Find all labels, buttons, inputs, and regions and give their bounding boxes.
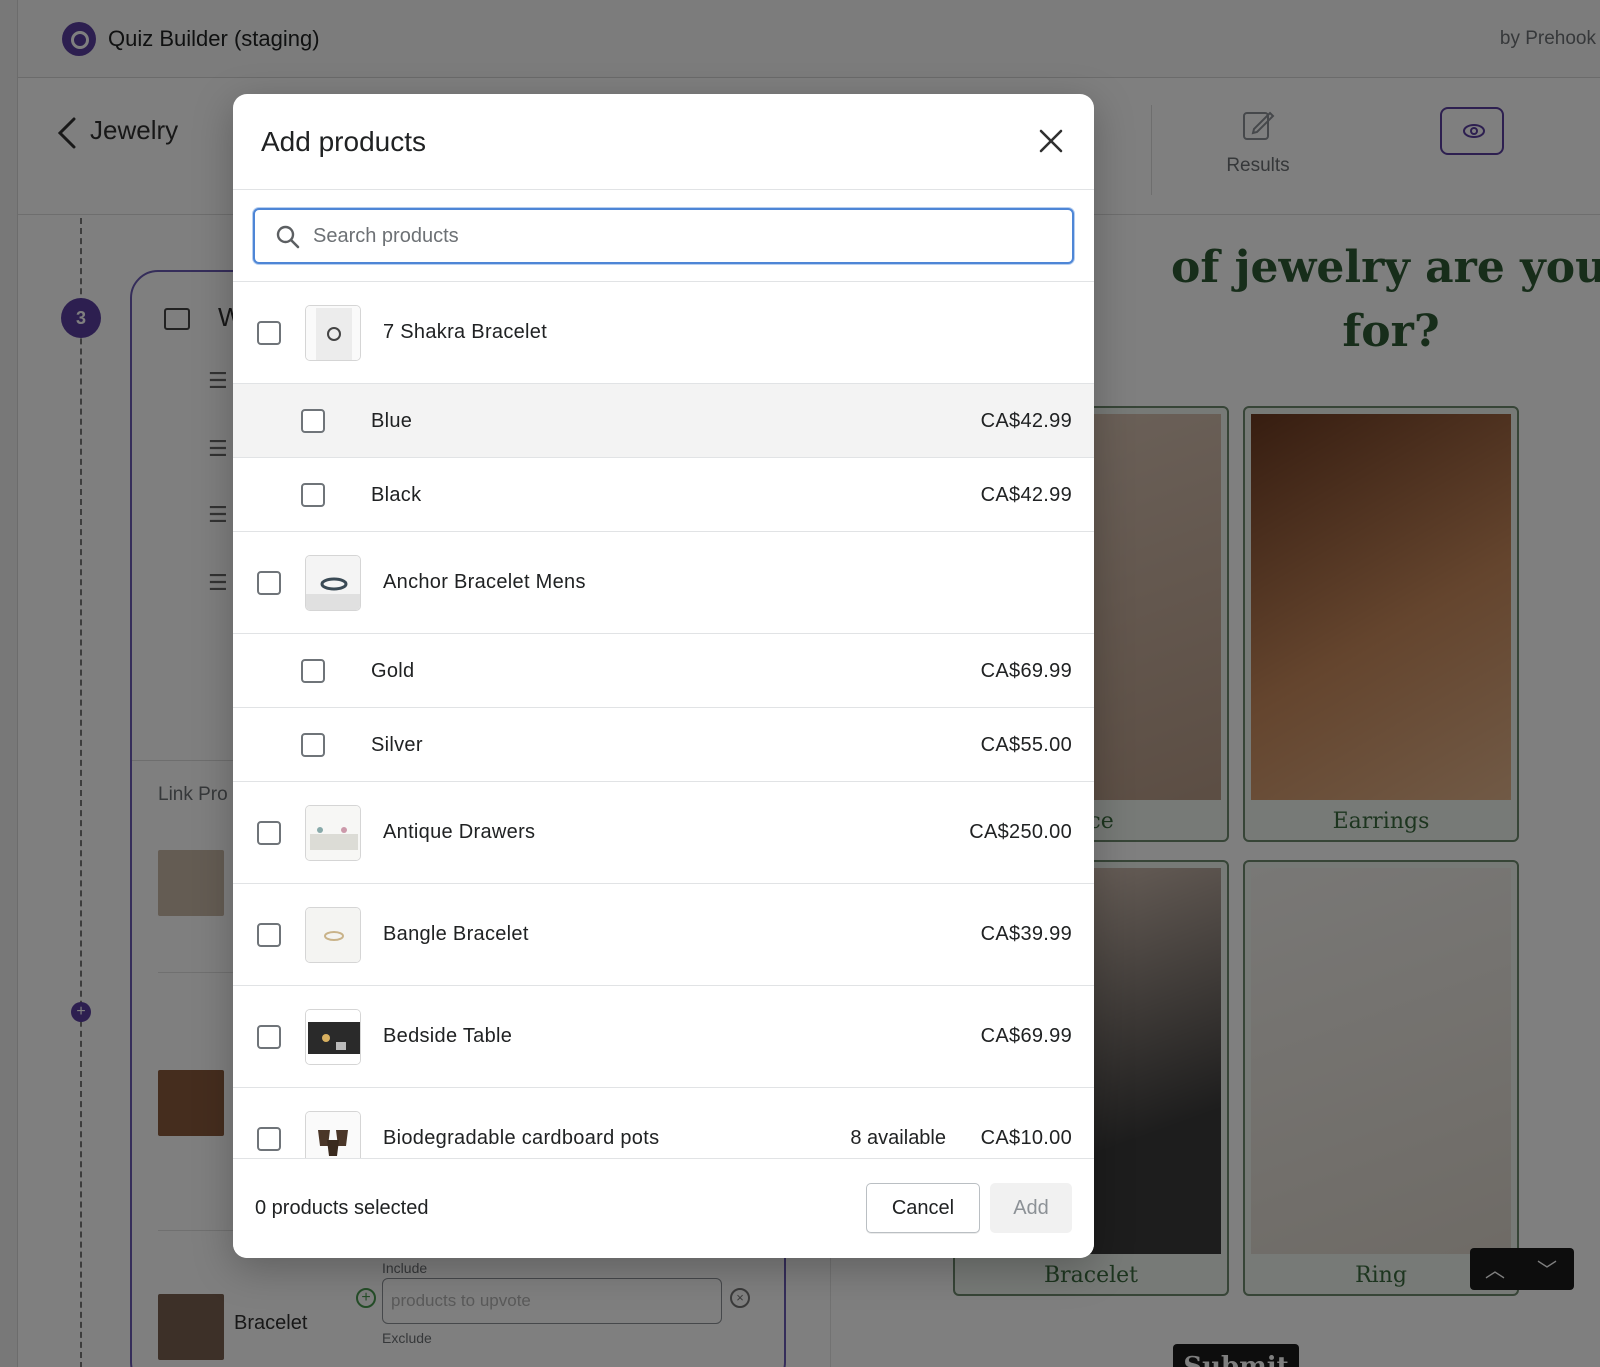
- product-name: 7 Shakra Bracelet: [383, 321, 548, 343]
- modal-footer: 0 products selected Cancel Add: [233, 1158, 1094, 1258]
- variant-checkbox[interactable]: [301, 483, 325, 507]
- price-label: CA$69.99: [980, 660, 1072, 682]
- product-row[interactable]: Bedside Table CA$69.99: [233, 986, 1094, 1088]
- modal-header: Add products: [233, 94, 1094, 190]
- search-field[interactable]: [253, 208, 1074, 264]
- variant-name: Silver: [371, 734, 423, 756]
- availability-label: 8 available: [850, 1127, 946, 1149]
- product-name: Bedside Table: [383, 1025, 513, 1047]
- product-thumbnail: [305, 305, 361, 361]
- variant-name: Black: [371, 484, 422, 506]
- price-label: CA$39.99: [980, 923, 1072, 945]
- variant-row[interactable]: Silver CA$55.00: [233, 708, 1094, 782]
- product-name: Anchor Bracelet Mens: [383, 571, 586, 593]
- product-thumbnail: [305, 907, 361, 963]
- modal-title: Add products: [261, 126, 426, 157]
- close-icon[interactable]: [1034, 124, 1068, 158]
- product-row[interactable]: Bangle Bracelet CA$39.99: [233, 884, 1094, 986]
- price-label: CA$69.99: [980, 1025, 1072, 1047]
- product-row[interactable]: Biodegradable cardboard pots 8 available C…: [233, 1088, 1094, 1158]
- product-thumbnail: [305, 555, 361, 611]
- price-label: CA$42.99: [980, 410, 1072, 432]
- product-checkbox[interactable]: [257, 1127, 281, 1151]
- search-input[interactable]: [313, 220, 1053, 252]
- product-checkbox[interactable]: [257, 1025, 281, 1049]
- product-name: Antique Drawers: [383, 821, 536, 843]
- variant-row[interactable]: Blue CA$42.99: [233, 384, 1094, 458]
- product-checkbox[interactable]: [257, 571, 281, 595]
- variant-checkbox[interactable]: [301, 409, 325, 433]
- product-checkbox[interactable]: [257, 321, 281, 345]
- variant-row[interactable]: Gold CA$69.99: [233, 634, 1094, 708]
- product-thumbnail: [305, 805, 361, 861]
- search-icon: [276, 225, 300, 249]
- add-button[interactable]: Add: [990, 1183, 1072, 1233]
- variant-name: Blue: [371, 410, 413, 432]
- product-thumbnail: [305, 1009, 361, 1065]
- add-products-modal: Add products 7 Shakra Bracelet Blue CA$42.…: [233, 94, 1094, 1258]
- variant-checkbox[interactable]: [301, 659, 325, 683]
- product-checkbox[interactable]: [257, 923, 281, 947]
- price-label: CA$55.00: [980, 734, 1072, 756]
- selected-count: 0 products selected: [255, 1197, 429, 1219]
- variant-name: Gold: [371, 660, 415, 682]
- product-name: Bangle Bracelet: [383, 923, 529, 945]
- price-label: CA$10.00: [980, 1127, 1072, 1149]
- product-thumbnail: [305, 1111, 361, 1158]
- product-row[interactable]: Antique Drawers CA$250.00: [233, 782, 1094, 884]
- cancel-button[interactable]: Cancel: [866, 1183, 980, 1233]
- variant-row[interactable]: Black CA$42.99: [233, 458, 1094, 532]
- variant-checkbox[interactable]: [301, 733, 325, 757]
- price-label: CA$250.00: [969, 821, 1072, 843]
- product-name: Biodegradable cardboard pots: [383, 1127, 660, 1149]
- product-list: 7 Shakra Bracelet Blue CA$42.99 Black CA$42.…: [233, 282, 1094, 1158]
- product-row[interactable]: Anchor Bracelet Mens: [233, 532, 1094, 634]
- price-label: CA$42.99: [980, 484, 1072, 506]
- product-row[interactable]: 7 Shakra Bracelet: [233, 282, 1094, 384]
- product-checkbox[interactable]: [257, 821, 281, 845]
